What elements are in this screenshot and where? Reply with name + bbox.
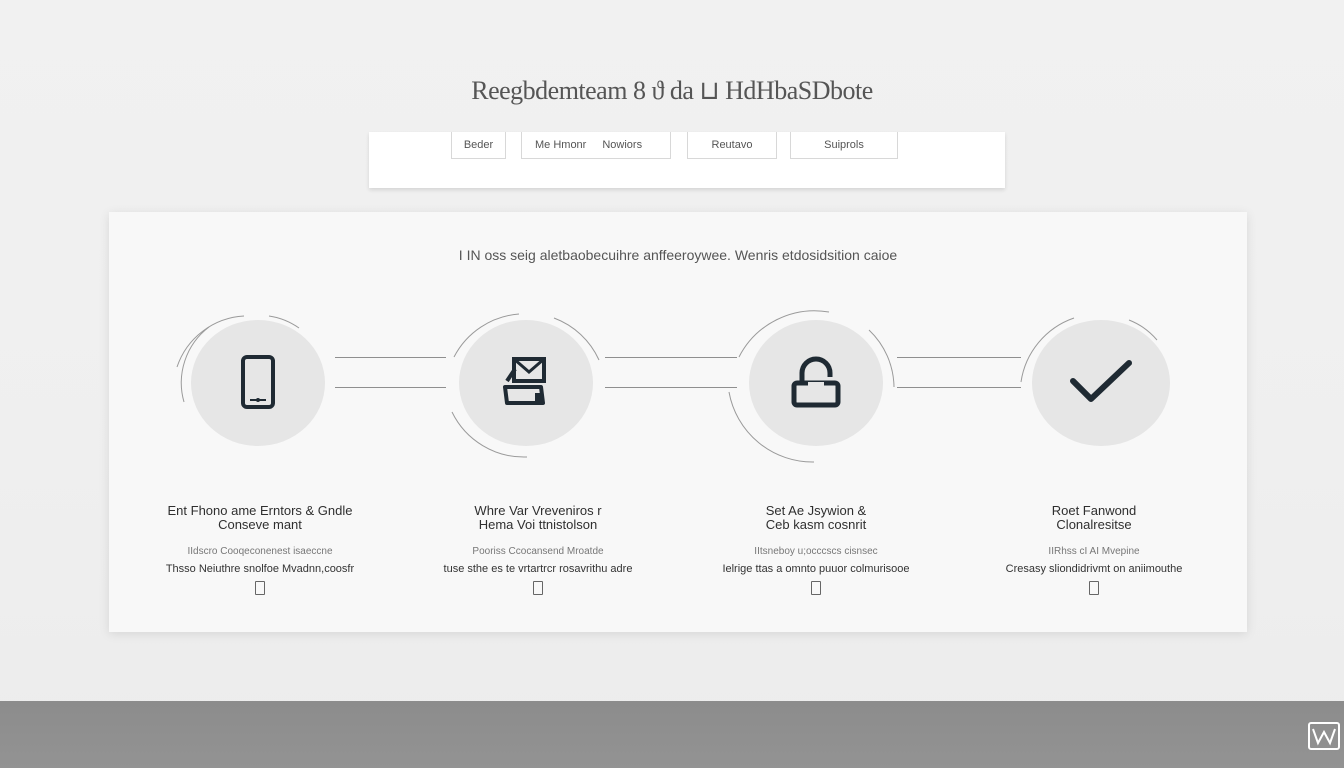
step-3-circle [749,320,883,446]
phone-icon [241,355,275,409]
tab-reutavo[interactable]: Reutavo [687,132,777,159]
step-2-title: Whre Var Vreveniros r [474,503,602,518]
step-2-circle [459,320,593,446]
footer-band [0,701,1344,768]
tab-beder[interactable]: Beder [451,132,506,159]
step-1-checkbox[interactable] [255,581,265,595]
connector-line [605,357,737,358]
step-4-checkbox[interactable] [1089,581,1099,595]
step-4-description: Cresasy sliondidrivmt on aniimouthe [1005,563,1183,575]
tab-nowiors-label: Nowiors [602,139,643,151]
step-1-text: Ent Fhono ame Erntors & Gndle Conseve ma… [130,504,390,595]
step-3-caption: IItsneboy u;occcscs cisnsec [754,546,878,557]
step-3-checkbox[interactable] [811,581,821,595]
step-4-title: Roet Fanwond [1051,503,1137,518]
step-1-title: Ent Fhono ame Erntors & Gndle [167,503,353,518]
page-title: Reegbdemteam 8 ϑ da ⊔ HdHbaSDbote [471,76,873,105]
connector-line [335,387,446,388]
step-1-caption: IIdscro Cooqeconenest isaeccne [187,546,333,557]
logo-icon [1308,722,1340,750]
step-2-description: tuse sthe es te vrtartrcr rosavrithu adr… [443,563,633,575]
step-3-description: Ielrige ttas a omnto puuor colmurisooe [722,563,910,575]
connector-line [605,387,737,388]
step-1-title-line2: Conseve mant [218,517,302,532]
step-2-checkbox[interactable] [533,581,543,595]
tab-me-hmonr[interactable]: Me Hmonr Nowiors [521,132,671,159]
unlock-icon [791,356,841,408]
checkmark-icon [1070,360,1132,402]
step-2-caption: Pooriss Ccocansend Mroatde [472,546,604,557]
connector-line [897,387,1021,388]
step-1-circle [191,320,325,446]
step-2-title-line2: Hema Voi ttnistolson [478,517,598,532]
mail-device-icon [503,357,546,405]
card-subtitle: I IN oss seig aletbaobecuihre anffeeroyw… [458,247,898,263]
step-4-caption: IIRhss cI AI Mvepine [1048,546,1140,557]
tab-me-hmonr-label: Me Hmonr [535,139,587,151]
steps-card: I IN oss seig aletbaobecuihre anffeeroyw… [109,212,1247,632]
step-3-title-line2: Ceb kasm cosnrit [765,517,867,532]
tab-bar: Beder Me Hmonr Nowiors Reutavo Suiprols [369,132,1005,188]
step-3-title: Set Ae Jsywion & [765,503,867,518]
tab-suiprols[interactable]: Suiprols [790,132,898,159]
step-1-description: Thsso Neiuthre snolfoe Mvadnn,coosfr [165,563,355,575]
step-3-text: Set Ae Jsywion & Ceb kasm cosnrit IItsne… [686,504,946,595]
step-4-circle [1032,320,1170,446]
connector-line [897,357,1021,358]
step-4-title-line2: Clonalresitse [1056,517,1132,532]
step-4-text: Roet Fanwond Clonalresitse IIRhss cI AI … [964,504,1224,595]
step-2-text: Whre Var Vreveniros r Hema Voi ttnistols… [408,504,668,595]
connector-line [335,357,446,358]
